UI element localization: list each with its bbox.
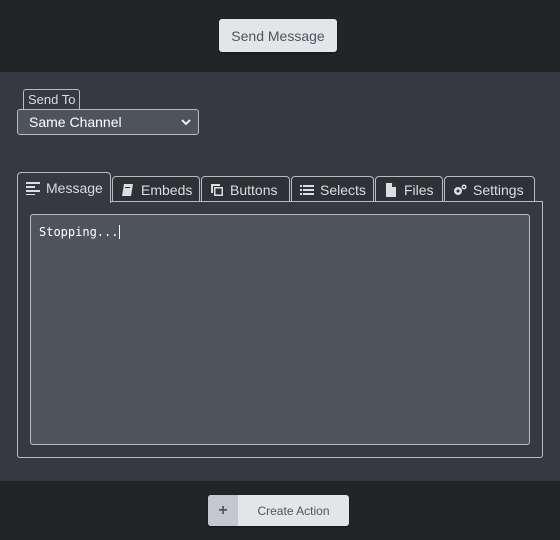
list-icon (300, 184, 314, 195)
tab-settings[interactable]: Settings (444, 176, 535, 202)
cogs-icon (454, 184, 467, 195)
tab-selects[interactable]: Selects (291, 176, 374, 202)
create-action-label: Create Action (257, 503, 330, 518)
message-text: Stopping... (39, 225, 119, 239)
text-caret (119, 225, 121, 239)
tab-label: Selects (320, 181, 366, 198)
tab-embeds[interactable]: Embeds (112, 176, 200, 202)
file-icon (386, 182, 396, 197)
tab-label: Settings (473, 181, 524, 198)
message-content-textarea[interactable]: Stopping... (30, 214, 530, 445)
tab-label: Message (46, 180, 103, 196)
align-left-icon (26, 182, 40, 195)
plus-icon: + (208, 495, 238, 526)
tab-label: Buttons (230, 181, 278, 198)
send-message-button[interactable]: Send Message (219, 19, 337, 52)
tab-message[interactable]: Message (17, 172, 111, 203)
send-to-selected-value: Same Channel (29, 114, 122, 130)
tab-label: Embeds (141, 181, 193, 198)
send-to-label: Send To (23, 89, 81, 110)
copy-icon (211, 183, 223, 196)
book-icon (122, 183, 133, 196)
tab-buttons[interactable]: Buttons (201, 176, 290, 202)
tab-label: Files (404, 181, 434, 198)
tab-files[interactable]: Files (375, 176, 443, 202)
send-to-select[interactable]: Same Channel (17, 109, 199, 135)
create-action-button[interactable]: + Create Action (208, 495, 349, 526)
chevron-down-icon (181, 119, 191, 126)
